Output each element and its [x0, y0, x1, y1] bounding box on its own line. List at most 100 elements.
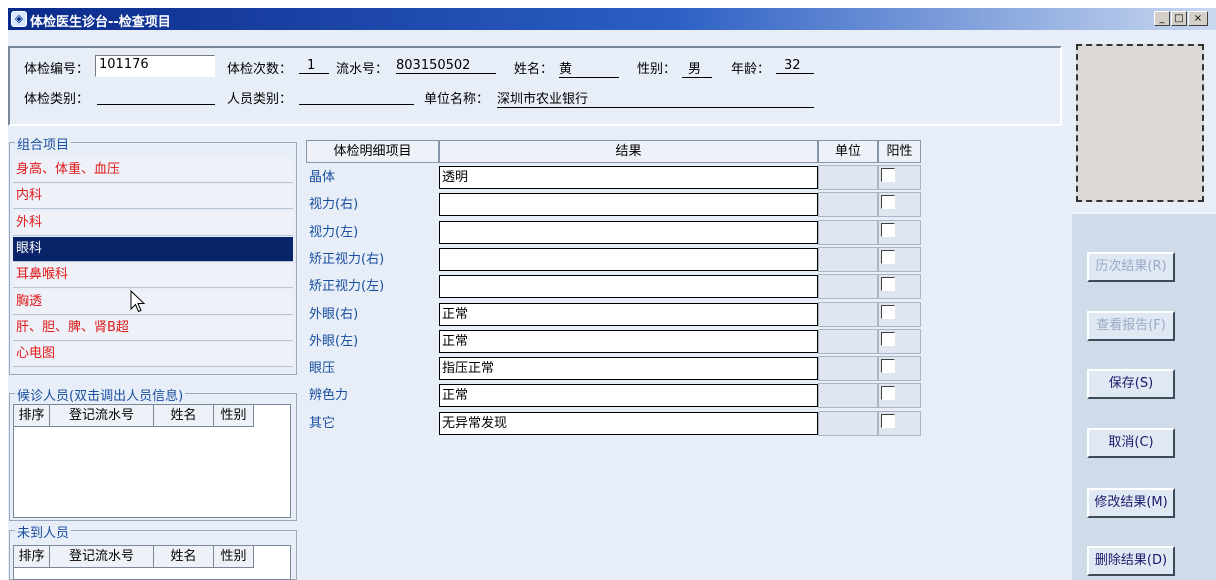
table-header-item[interactable]: 体检明细项目 — [306, 140, 439, 163]
positive-checkbox[interactable] — [881, 304, 895, 319]
person-type-label: 人员类别： — [227, 92, 293, 107]
detail-unit-cell — [818, 192, 878, 218]
detail-result-input[interactable]: 正常 — [439, 384, 818, 408]
detail-result-input[interactable]: 无异常发现 — [439, 411, 818, 435]
detail-result-input[interactable]: 指压正常 — [439, 357, 818, 381]
combo-item[interactable]: 外科 — [13, 210, 293, 236]
exam-count-value: 1 — [299, 58, 329, 74]
maximize-button[interactable]: □ — [1171, 11, 1187, 26]
detail-item-label: 矫正视力(左) — [309, 279, 385, 295]
detail-result-input[interactable]: 正常 — [439, 329, 818, 353]
detail-positive-cell — [878, 383, 921, 409]
detail-item-label: 外眼(右) — [309, 306, 359, 322]
col-header-gender[interactable]: 性别 — [214, 405, 254, 427]
unit-value: 深圳市农业银行 — [497, 88, 814, 108]
age-value: 32 — [776, 58, 814, 74]
col-header-order[interactable]: 排序 — [14, 405, 50, 427]
detail-positive-cell — [878, 301, 921, 327]
detail-item-label: 外眼(左) — [309, 333, 359, 349]
combo-item[interactable]: 眼科 — [13, 236, 293, 262]
col-header-gender[interactable]: 性别 — [214, 546, 254, 568]
col-header-order[interactable]: 排序 — [14, 546, 50, 568]
detail-unit-cell — [818, 383, 878, 409]
exam-type-value — [97, 88, 215, 105]
table-header-unit[interactable]: 单位 — [818, 140, 878, 163]
positive-checkbox[interactable] — [881, 331, 895, 346]
absent-list[interactable]: 排序 登记流水号 姓名 性别 — [13, 545, 291, 580]
detail-item-label: 其它 — [309, 415, 336, 431]
positive-checkbox[interactable] — [881, 222, 895, 237]
col-header-name[interactable]: 姓名 — [154, 405, 214, 427]
window-title: 体检医生诊台--检查项目 — [30, 15, 171, 30]
detail-item-label: 视力(左) — [309, 224, 359, 240]
detail-positive-cell — [878, 356, 921, 382]
positive-checkbox[interactable] — [881, 359, 895, 374]
person-type-value — [299, 88, 414, 105]
combo-item[interactable]: 身高、体重、血压 — [13, 158, 293, 183]
exam-no-input[interactable]: 101176 — [95, 55, 215, 77]
detail-positive-cell — [878, 410, 921, 436]
title-bar[interactable]: ◈ 体检医生诊台--检查项目 _ □ × — [8, 8, 1216, 30]
detail-result-input[interactable]: 透明 — [439, 166, 818, 189]
detail-positive-cell — [878, 165, 921, 190]
detail-positive-cell — [878, 219, 921, 245]
detail-item-label: 视力(右) — [309, 197, 359, 213]
minimize-button[interactable]: _ — [1154, 11, 1170, 26]
detail-positive-cell — [878, 328, 921, 354]
table-header-result[interactable]: 结果 — [439, 140, 818, 163]
combo-item[interactable]: 心电图 — [13, 342, 293, 368]
detail-positive-cell — [878, 246, 921, 272]
unit-label: 单位名称： — [424, 92, 490, 107]
positive-checkbox[interactable] — [881, 168, 895, 182]
detail-unit-cell — [818, 274, 878, 300]
combo-item[interactable]: 内科 — [13, 184, 293, 210]
history-results-button[interactable]: 历次结果(R) — [1087, 252, 1175, 282]
name-value: 黄 — [559, 58, 619, 78]
detail-positive-cell — [878, 192, 921, 218]
detail-item-label: 矫正视力(右) — [309, 251, 385, 267]
waiting-list[interactable]: 排序 登记流水号 姓名 性别 — [13, 404, 291, 518]
close-button[interactable]: × — [1188, 11, 1208, 26]
table-header-positive[interactable]: 阳性 — [878, 140, 921, 163]
age-label: 年龄： — [731, 62, 771, 77]
detail-result-input[interactable] — [439, 220, 818, 244]
detail-unit-cell — [818, 165, 878, 190]
gender-value: 男 — [682, 58, 712, 78]
detail-item-label: 晶体 — [309, 170, 336, 185]
detail-result-input[interactable] — [439, 275, 818, 299]
detail-unit-cell — [818, 328, 878, 354]
combo-group-title: 组合项目 — [15, 134, 72, 153]
combo-item[interactable]: 耳鼻喉科 — [13, 263, 293, 289]
col-header-name[interactable]: 姓名 — [154, 546, 214, 568]
col-header-serial[interactable]: 登记流水号 — [50, 546, 154, 568]
photo-placeholder — [1076, 44, 1204, 202]
save-button[interactable]: 保存(S) — [1087, 369, 1175, 399]
detail-item-label: 眼压 — [309, 361, 336, 377]
waiting-group-title: 候诊人员(双击调出人员信息) — [15, 385, 186, 404]
combo-item[interactable]: 肝、胆、脾、肾B超 — [13, 315, 293, 341]
positive-checkbox[interactable] — [881, 249, 895, 264]
mouse-cursor-icon — [130, 290, 146, 313]
detail-unit-cell — [818, 410, 878, 436]
detail-positive-cell — [878, 274, 921, 300]
positive-checkbox[interactable] — [881, 195, 895, 210]
app-icon: ◈ — [11, 11, 27, 27]
detail-unit-cell — [818, 219, 878, 245]
gender-label: 性别： — [637, 62, 677, 77]
delete-result-button[interactable]: 删除结果(D) — [1087, 546, 1175, 576]
col-header-serial[interactable]: 登记流水号 — [50, 405, 154, 427]
positive-checkbox[interactable] — [881, 386, 895, 401]
detail-item-label: 辨色力 — [309, 388, 349, 404]
detail-result-input[interactable] — [439, 247, 818, 271]
modify-result-button[interactable]: 修改结果(M) — [1087, 488, 1175, 518]
combo-item[interactable]: 胸透 — [13, 289, 293, 315]
name-label: 姓名： — [514, 62, 554, 77]
cancel-button[interactable]: 取消(C) — [1087, 428, 1175, 458]
detail-result-input[interactable] — [439, 193, 818, 217]
detail-result-input[interactable]: 正常 — [439, 302, 818, 326]
positive-checkbox[interactable] — [881, 413, 895, 428]
view-report-button[interactable]: 查看报告(F) — [1087, 311, 1175, 341]
detail-unit-cell — [818, 246, 878, 272]
positive-checkbox[interactable] — [881, 277, 895, 292]
exam-count-label: 体检次数： — [227, 62, 293, 77]
